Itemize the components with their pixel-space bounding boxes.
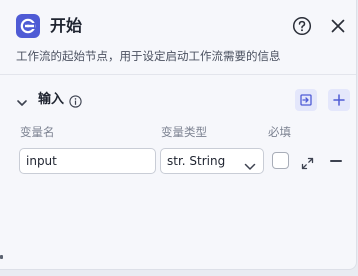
column-header-type: 变量类型	[161, 125, 207, 139]
expand-icon[interactable]	[301, 155, 314, 170]
node-description: 工作流的起始节点，用于设定启动工作流需要的信息	[16, 49, 281, 63]
variable-name-input[interactable]	[19, 148, 156, 174]
input-section-header[interactable]: 输入	[16, 89, 350, 111]
column-header-name: 变量名	[20, 125, 55, 139]
start-node-icon	[16, 14, 40, 38]
panel-header: 开始	[16, 14, 347, 40]
required-checkbox[interactable]	[272, 152, 289, 169]
variable-type-select[interactable]: str. String	[160, 148, 264, 174]
import-icon	[300, 94, 312, 106]
page-title: 开始	[50, 16, 83, 35]
chevron-down-icon[interactable]	[16, 94, 28, 106]
plus-icon	[333, 94, 345, 106]
variable-type-value: str. String	[167, 154, 226, 168]
edge-handle	[0, 255, 3, 259]
column-header-required: 必填	[268, 125, 291, 139]
chevron-down-icon	[244, 157, 256, 170]
remove-variable-icon[interactable]	[330, 160, 342, 162]
close-icon[interactable]	[329, 17, 347, 35]
start-node-panel: 开始 工作流的起始节点，用于设定启动工作流需要的信息 输入 变量名 变量类型 必…	[0, 0, 357, 270]
divider	[0, 74, 356, 75]
section-label: 输入	[38, 92, 65, 107]
help-icon[interactable]	[292, 16, 312, 36]
info-icon[interactable]	[69, 93, 82, 108]
import-button[interactable]	[295, 89, 317, 111]
add-variable-button[interactable]	[328, 89, 350, 111]
